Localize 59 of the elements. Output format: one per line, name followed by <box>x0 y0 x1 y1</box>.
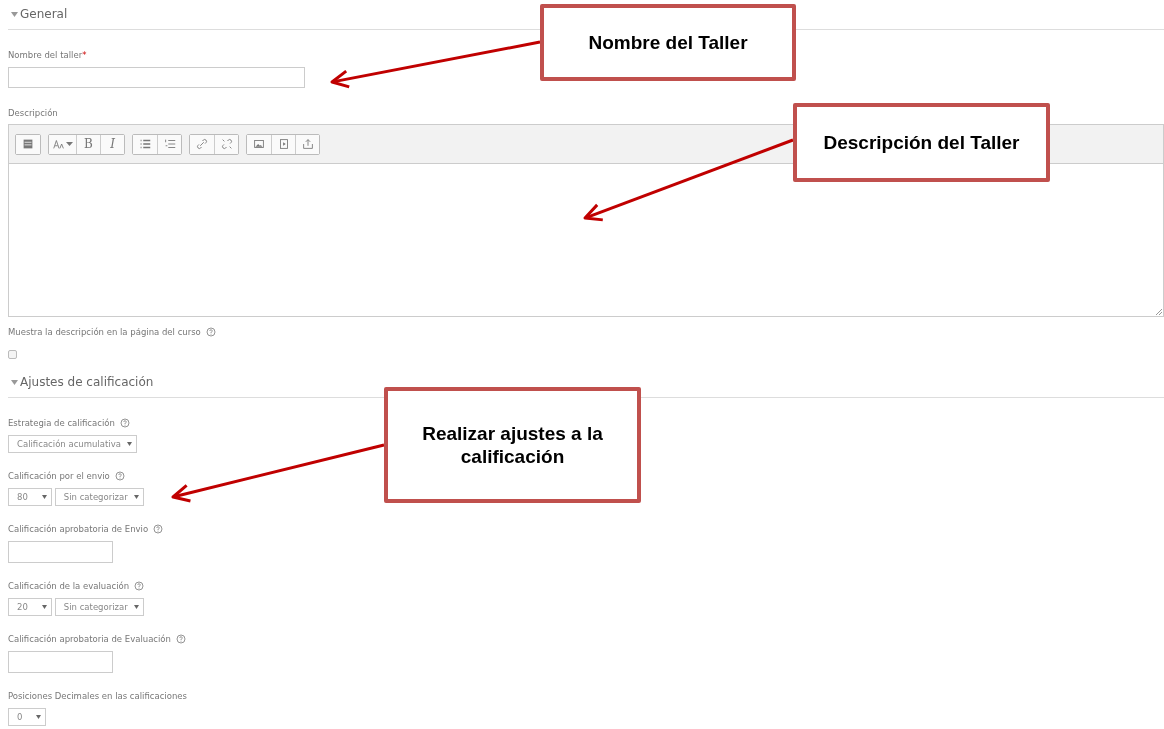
section-heading[interactable]: General <box>20 6 68 22</box>
unlink-icon <box>219 137 234 151</box>
help-icon[interactable] <box>119 418 130 428</box>
field-label: Descripción <box>8 107 58 119</box>
caret-icon <box>133 495 139 499</box>
caret-icon <box>36 715 42 719</box>
dropdown[interactable]: Sin categorizar <box>54 598 144 616</box>
text-field[interactable] <box>8 651 113 673</box>
help-icon[interactable] <box>114 471 125 481</box>
numbered-list-icon <box>162 137 177 151</box>
caret-icon <box>41 495 47 499</box>
bullet-list-icon <box>138 137 152 151</box>
callout-note: Descripción del Taller <box>793 103 1050 182</box>
field-label: Calificación aprobatoria de Evaluación <box>8 633 171 645</box>
section-heading[interactable]: Ajustes de calificación <box>20 374 154 390</box>
unlink-button[interactable] <box>214 134 238 154</box>
resize-handle-icon[interactable] <box>1156 309 1162 315</box>
text-field[interactable] <box>8 67 305 88</box>
media-button[interactable] <box>271 134 295 154</box>
dropdown[interactable]: 20 <box>8 598 52 616</box>
link-icon <box>195 137 209 151</box>
toolbar-toggle-icon <box>21 137 35 151</box>
toolbar-toggle-button[interactable] <box>16 134 40 154</box>
image-icon <box>252 137 266 151</box>
dropdown[interactable]: 0 <box>8 708 47 726</box>
bullet-list-button[interactable] <box>133 134 157 154</box>
field-label: Calificación aprobatoria de Envio <box>8 523 149 535</box>
caret-icon <box>66 142 73 146</box>
font-size-button[interactable] <box>49 134 76 154</box>
dropdown[interactable]: Calificación acumulativa <box>8 435 137 453</box>
caret-icon <box>41 605 47 609</box>
caret-icon <box>133 605 139 609</box>
font-size-icon <box>52 137 66 151</box>
dropdown[interactable]: Sin categorizar <box>54 488 144 506</box>
field-label: Nombre del taller* <box>8 49 87 61</box>
file-icon <box>300 137 315 151</box>
dropdown[interactable]: 80 <box>8 488 52 506</box>
help-icon[interactable] <box>175 634 186 644</box>
callout-note: Realizar ajustes a la calificación <box>384 387 641 503</box>
field-label: Calificación por el envio <box>8 470 110 482</box>
bold-button[interactable]: B <box>76 134 100 154</box>
field-label: Calificación de la evaluación <box>8 580 130 592</box>
checkbox[interactable] <box>8 350 17 359</box>
numbered-list-button[interactable] <box>157 134 181 154</box>
field-label: Estrategia de calificación <box>8 417 115 429</box>
caret-icon <box>126 442 132 446</box>
help-icon[interactable] <box>205 327 216 337</box>
files-button[interactable] <box>295 134 319 154</box>
field-label: Muestra la descripción en la página del curso <box>8 326 201 338</box>
callout-note: Nombre del Taller <box>540 4 796 81</box>
italic-button[interactable]: I <box>100 134 124 154</box>
link-button[interactable] <box>190 134 214 154</box>
field-label: Posiciones Decimales en las calificaciones <box>8 690 187 702</box>
collapse-icon[interactable] <box>11 11 18 17</box>
help-icon[interactable] <box>153 524 164 534</box>
collapse-icon[interactable] <box>11 379 18 385</box>
image-button[interactable] <box>247 134 271 154</box>
text-field[interactable] <box>8 541 113 563</box>
help-icon[interactable] <box>134 581 145 591</box>
